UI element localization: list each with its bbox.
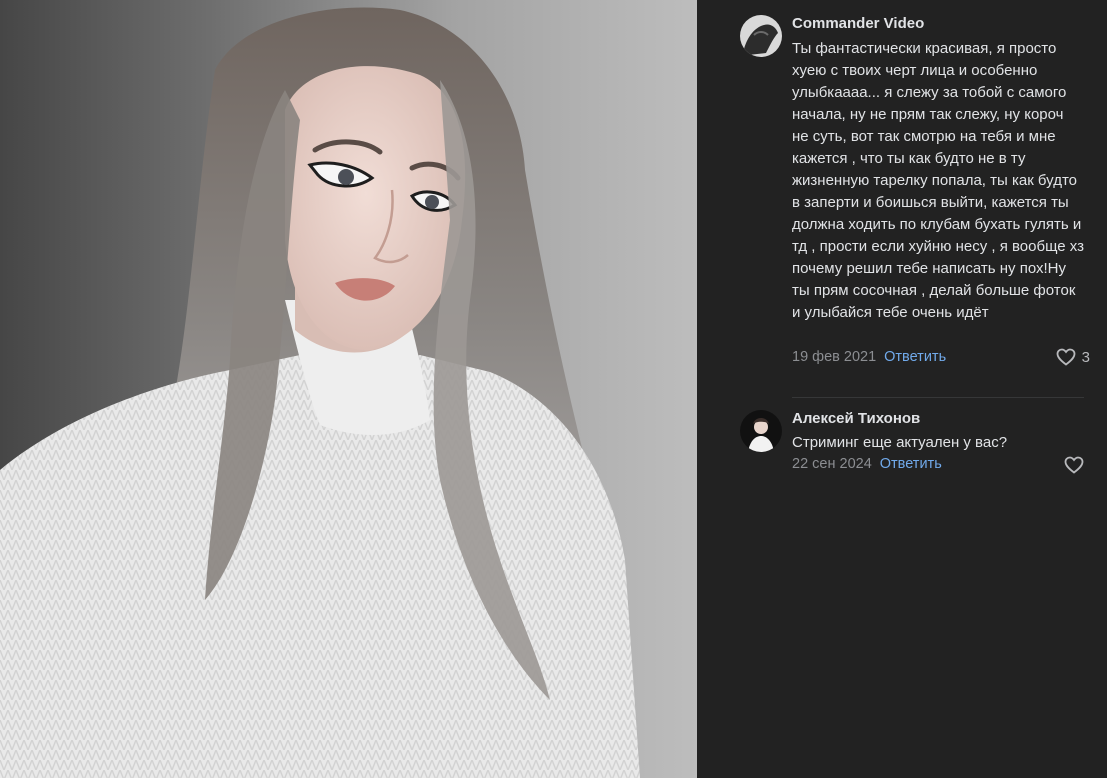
comment-text: Стриминг еще актуален у вас? — [792, 434, 1008, 451]
comment-author[interactable]: Алексей Тихонов — [792, 410, 920, 427]
like-count: 3 — [1081, 348, 1090, 366]
comment-divider — [792, 397, 1084, 398]
post-photo[interactable] — [0, 0, 697, 778]
like-button[interactable]: 3 — [1056, 348, 1090, 366]
reply-button[interactable]: Ответить — [880, 456, 942, 472]
portrait-photo — [0, 0, 697, 778]
comment-meta: 19 фев 2021 Ответить — [792, 349, 946, 365]
avatar[interactable] — [740, 15, 782, 57]
comment-meta: 22 сен 2024 Ответить — [792, 456, 942, 472]
heart-icon — [1064, 456, 1084, 474]
like-button[interactable] — [1064, 456, 1090, 474]
comments-panel: Commander Video Ты фантастически красива… — [697, 0, 1107, 778]
comment-item: Commander Video Ты фантастически красива… — [740, 15, 1090, 375]
comment-date[interactable]: 22 сен 2024 — [792, 456, 872, 472]
avatar[interactable] — [740, 410, 782, 452]
comment-text: Ты фантастически красивая, я просто хуею… — [792, 40, 1084, 321]
heart-icon — [1056, 348, 1076, 366]
comment-author[interactable]: Commander Video — [792, 15, 924, 32]
reply-button[interactable]: Ответить — [884, 349, 946, 365]
comment-item: Алексей Тихонов Стриминг еще актуален у … — [740, 410, 1090, 480]
comment-date[interactable]: 19 фев 2021 — [792, 349, 876, 365]
